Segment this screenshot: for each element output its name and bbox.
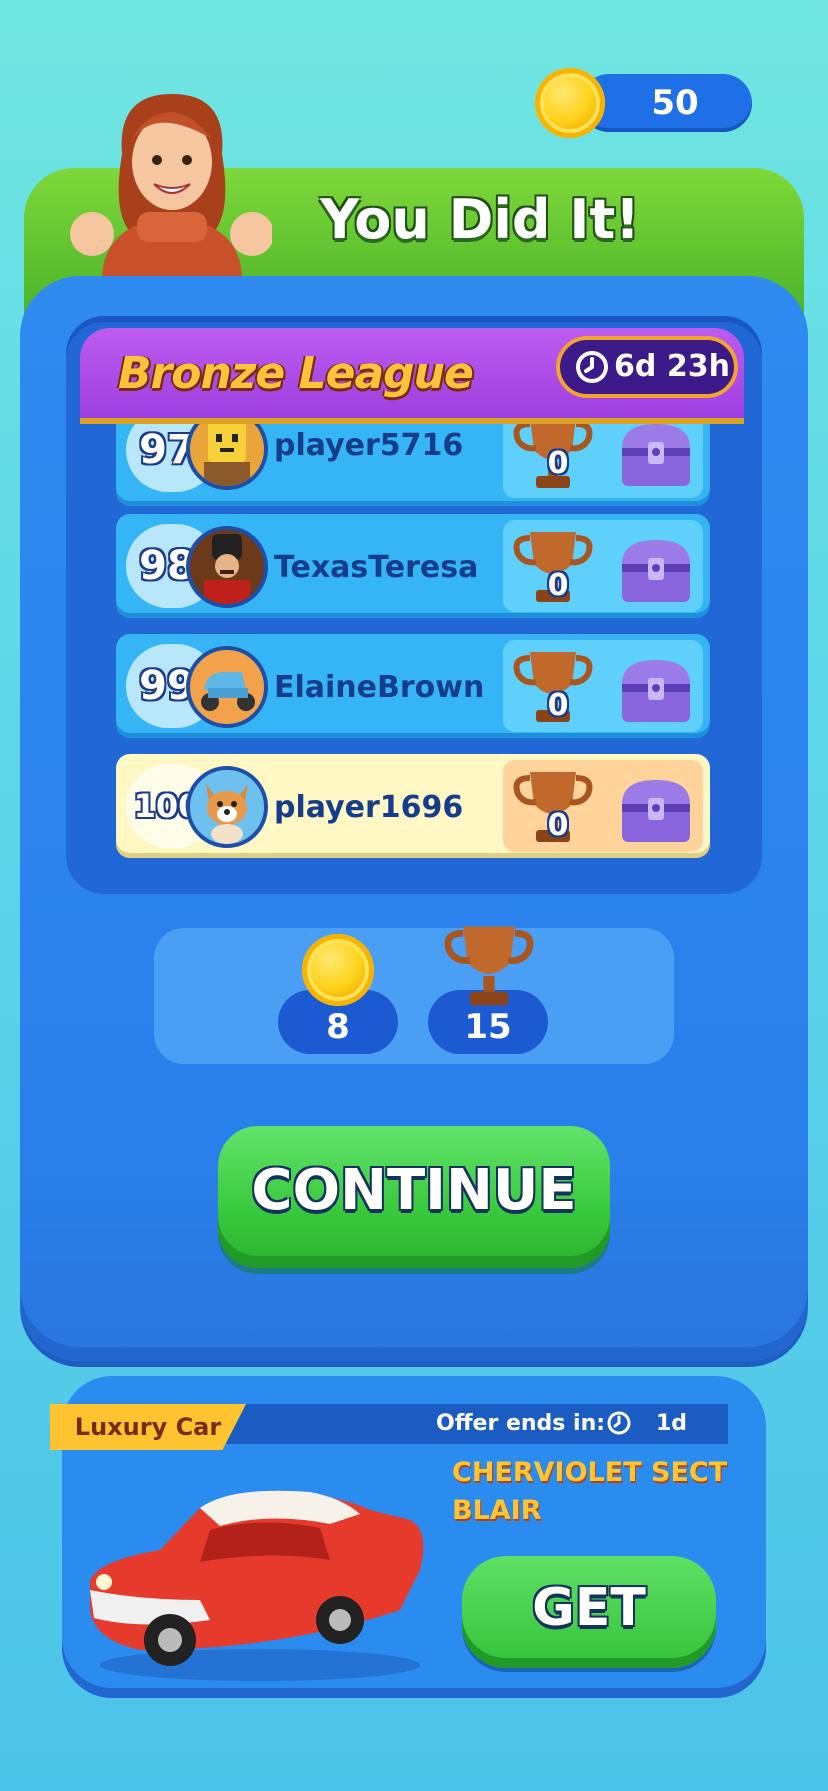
league-title: Bronze League: [118, 348, 474, 399]
trophy-count: 0: [547, 568, 569, 603]
player-avatar: [186, 646, 268, 728]
chest-icon: [622, 660, 690, 722]
player-avatar: [186, 766, 268, 848]
offer-time: 1d: [656, 1411, 688, 1436]
page-title: You Did It!: [320, 188, 640, 251]
trophy-icon: [444, 926, 534, 1006]
continue-button-label[interactable]: CONTINUE: [218, 1126, 610, 1256]
car-name-line2: BLAIR: [452, 1495, 542, 1526]
car-image: [90, 1490, 424, 1681]
clock-icon: [576, 351, 608, 383]
get-button-label[interactable]: GET: [462, 1556, 716, 1660]
coin-icon: [535, 68, 605, 138]
chest-icon: [622, 540, 690, 602]
league-timer-text: 6d 23h: [614, 349, 730, 384]
player-name: player1696: [274, 790, 464, 825]
player-name: TexasTeresa: [274, 550, 479, 585]
reward-summary: [154, 928, 674, 1064]
trophy-count: 0: [547, 808, 569, 843]
player-name: ElaineBrown: [274, 670, 485, 705]
character-avatar-icon: [70, 94, 272, 280]
car-name: CHERVIOLET SECT BLAIR: [452, 1454, 752, 1530]
player-avatar: [186, 526, 268, 608]
clock-icon: [607, 1411, 631, 1435]
car-name-line1: CHERVIOLET SECT: [452, 1457, 728, 1488]
chest-icon: [622, 780, 690, 842]
coin-icon: [302, 934, 374, 1006]
chest-icon: [622, 424, 690, 486]
trophy-count: 0: [547, 446, 569, 481]
coin-count: 50: [651, 83, 699, 123]
trophy-count: 0: [547, 688, 569, 723]
offer-tag: Luxury Car: [50, 1404, 246, 1450]
